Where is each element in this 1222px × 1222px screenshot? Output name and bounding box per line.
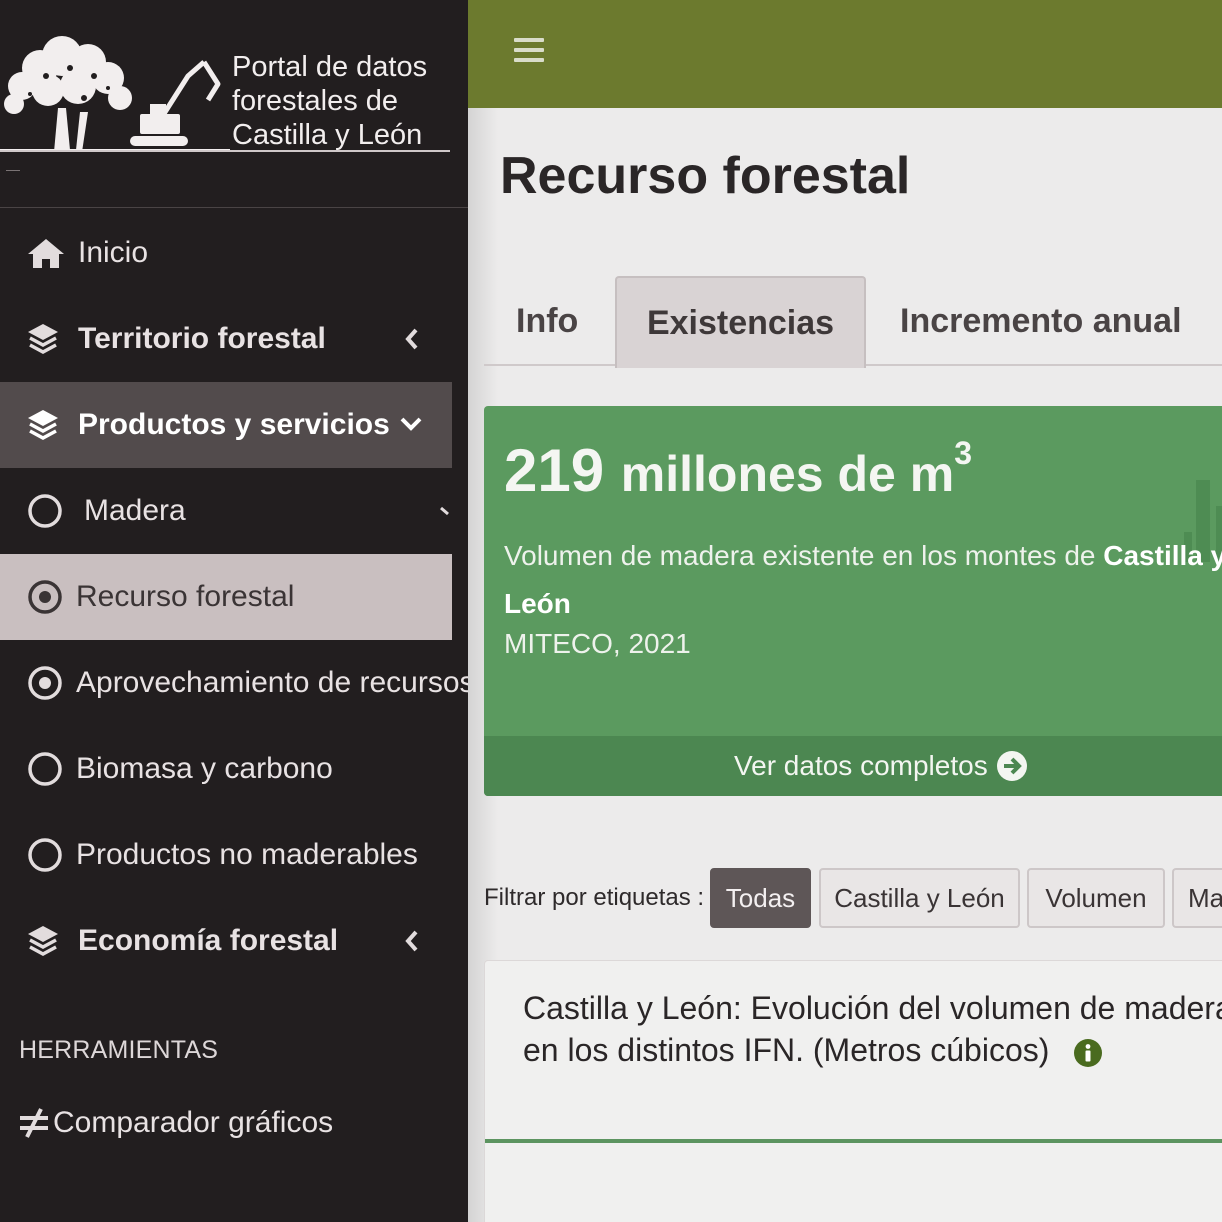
sidebar-item-label: Aprovechamiento de recursos [76,666,468,699]
filter-chip-todas[interactable]: Todas [710,868,811,928]
page-title: Recurso forestal [500,147,911,205]
sidebar-item-label: Inicio [78,236,149,269]
sidebar-item-label: Recurso forestal [76,580,295,613]
sidebar-item-economia-forestal[interactable]: Economía forestal [0,898,468,984]
circle-icon [26,837,68,873]
filter-chip-ma[interactable]: Ma [1172,868,1222,928]
home-icon [26,235,68,271]
sidebar-item-recurso-forestal[interactable]: Recurso forestal [0,554,452,640]
dot-circle-icon [26,665,68,701]
sidebar-item-productos-no-maderables[interactable]: Productos no maderables [0,812,468,898]
chart-divider [485,1139,1222,1143]
sidebar-item-productos-servicios[interactable]: Productos y servicios [0,382,452,468]
filter-chip-volumen[interactable]: Volumen [1027,868,1165,928]
sidebar-item-madera[interactable]: Madera [0,468,468,554]
sidebar-item-biomasa-carbono[interactable]: Biomasa y carbono [0,726,468,812]
brand-dash [6,170,20,171]
sidebar-item-label: Biomasa y carbono [76,752,333,785]
tag-filter-bar: Filtrar por etiquetas : Todas Castilla y… [484,868,1222,928]
chart-title-text: Castilla y León: Evolución del volumen d… [523,990,1222,1068]
sidebar: Portal de datos forestales de Castilla y… [0,0,468,1222]
chevron-small-icon [440,506,449,516]
layers-icon [26,407,68,443]
brand-divider [0,150,450,152]
not-equal-icon [20,1108,48,1138]
filter-label: Filtrar por etiquetas : [484,884,705,911]
brand-line: Portal de datos [232,51,428,83]
stat-number: 219 [504,437,605,504]
view-full-data-label: Ver datos completos [734,750,988,781]
info-icon[interactable] [1073,1038,1103,1068]
sidebar-item-inicio[interactable]: Inicio [0,210,468,296]
tab-bar: Info Existencias Incremento anual [484,276,1222,368]
tools-section-header: HERRAMIENTAS [19,1036,219,1064]
sidebar-item-label: Madera [84,494,186,527]
stat-description: Volumen de madera existente en los monte… [504,532,1222,628]
stat-unit-exponent: 3 [954,435,973,471]
filter-chip-castilla-y-leon[interactable]: Castilla y León [819,868,1020,928]
stat-value: 219 millones de m3 [504,435,973,505]
layers-icon [26,923,68,959]
tab-info[interactable]: Info [516,276,578,366]
chevron-left-icon [405,328,418,350]
stat-source: MITECO, 2021 [504,628,691,659]
arrow-circle-right-icon [996,750,1028,782]
sidebar-item-comparador-graficos[interactable]: Comparador gráficos [17,1106,333,1140]
sidebar-item-aprovechamiento[interactable]: Aprovechamiento de recursos [0,640,468,726]
top-navbar [468,0,1222,108]
brand-header[interactable]: Portal de datos forestales de Castilla y… [0,0,468,208]
dot-circle-icon [26,579,68,615]
chart-title: Castilla y León: Evolución del volumen d… [523,987,1222,1071]
sidebar-item-label: Productos no maderables [76,838,418,871]
stat-description-text: Volumen de madera existente en los monte… [504,540,1104,571]
sidebar-item-label: Territorio forestal [78,322,326,355]
hamburger-menu-icon[interactable] [514,38,544,62]
chart-card: Castilla y León: Evolución del volumen d… [484,960,1222,1222]
sidebar-item-territorio-forestal[interactable]: Territorio forestal [0,296,468,382]
tools-item-label: Comparador gráficos [53,1106,334,1139]
chevron-left-icon [405,930,418,952]
sidebar-nav: Inicio Territorio forestal Productos y s… [0,210,468,984]
layers-icon [26,321,68,357]
brand-title: Portal de datos forestales de Castilla y… [232,50,462,152]
stat-card: 219 millones de m3 Volumen de madera exi… [484,406,1222,796]
view-full-data-link[interactable]: Ver datos completos [484,736,1222,796]
chevron-down-icon [400,417,422,431]
circle-icon [26,751,68,787]
logo-tree-excavator-icon [0,36,230,152]
brand-line: Castilla y León [232,119,423,151]
sidebar-item-label: Economía forestal [78,924,339,957]
tab-incremento-anual[interactable]: Incremento anual [900,276,1182,366]
stat-unit: millones de m [620,446,955,502]
main-content: Recurso forestal Info Existencias Increm… [468,108,1222,1222]
tab-existencias[interactable]: Existencias [615,276,866,368]
brand-line: forestales de [232,85,399,117]
sidebar-item-label: Productos y servicios [78,408,390,441]
circle-icon [26,493,68,529]
